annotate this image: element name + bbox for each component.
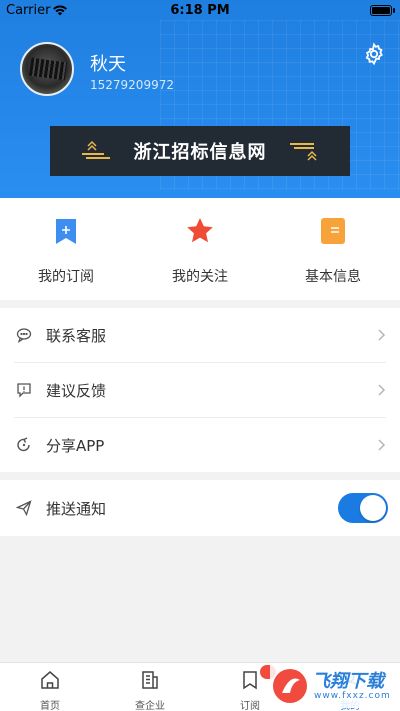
quick-action-label: 基本信息 — [305, 269, 361, 285]
basic-info-button[interactable]: 基本信息 — [273, 216, 393, 286]
tab-label: 查企业 — [135, 701, 165, 711]
menu-item-label: 建议反馈 — [46, 382, 107, 400]
watermark-url: www.fxxz.com — [314, 691, 391, 701]
battery-icon — [370, 5, 395, 16]
company-icon — [142, 671, 158, 689]
cloud-decoration-icon — [82, 140, 110, 159]
bookmark-icon — [243, 671, 257, 690]
document-icon — [321, 218, 345, 244]
menu-item-label: 联系客服 — [46, 327, 107, 345]
quick-action-label: 我的关注 — [172, 269, 228, 285]
star-icon — [187, 218, 213, 243]
settings-menu: 联系客服 建议反馈 分享APP — [0, 308, 400, 472]
menu-item-feedback[interactable]: 建议反馈 — [0, 363, 400, 418]
home-icon — [41, 671, 59, 689]
tab-company-search[interactable]: 查企业 — [100, 669, 200, 711]
quick-actions: 我的订阅 我的关注 基本信息 — [0, 198, 400, 300]
menu-item-contact-support[interactable]: 联系客服 — [0, 308, 400, 363]
feedback-icon — [17, 383, 31, 398]
menu-item-share-app[interactable]: 分享APP — [0, 418, 400, 473]
push-notification-toggle[interactable] — [338, 493, 388, 523]
user-phone: 15279209972 — [90, 78, 174, 92]
avatar-image — [28, 57, 68, 81]
tab-label: 首页 — [40, 701, 60, 711]
my-subscriptions-button[interactable]: 我的订阅 — [6, 216, 126, 286]
avatar[interactable] — [20, 42, 74, 96]
chat-icon — [16, 328, 32, 343]
profile-header: Carrier 6:18 PM 秋天 15279209972 浙江招标信息网 — [0, 0, 400, 198]
send-icon — [16, 500, 32, 516]
chevron-right-icon — [378, 384, 386, 396]
chevron-right-icon — [378, 439, 386, 451]
toggle-knob — [360, 495, 386, 521]
push-notification-row: 推送通知 — [0, 480, 400, 536]
user-name: 秋天 — [90, 54, 126, 75]
cloud-decoration-icon — [290, 143, 317, 161]
bookmark-plus-icon — [56, 219, 76, 244]
status-bar: Carrier 6:18 PM — [0, 0, 400, 22]
share-icon — [17, 437, 30, 452]
site-banner[interactable]: 浙江招标信息网 — [50, 126, 350, 176]
push-notification-label: 推送通知 — [46, 500, 107, 518]
banner-title: 浙江招标信息网 — [133, 142, 267, 163]
chevron-right-icon — [378, 329, 386, 341]
quick-action-label: 我的订阅 — [38, 269, 94, 285]
tab-home[interactable]: 首页 — [0, 669, 100, 711]
settings-button[interactable] — [362, 42, 386, 66]
site-watermark: 飞翔下载 www.fxxz.com — [270, 664, 396, 708]
watermark-title: 飞翔下载 — [312, 671, 384, 692]
watermark-logo-icon — [273, 669, 307, 703]
my-follows-button[interactable]: 我的关注 — [140, 216, 260, 286]
gear-icon — [365, 42, 383, 66]
clock: 6:18 PM — [170, 3, 230, 18]
menu-item-label: 分享APP — [46, 437, 105, 455]
